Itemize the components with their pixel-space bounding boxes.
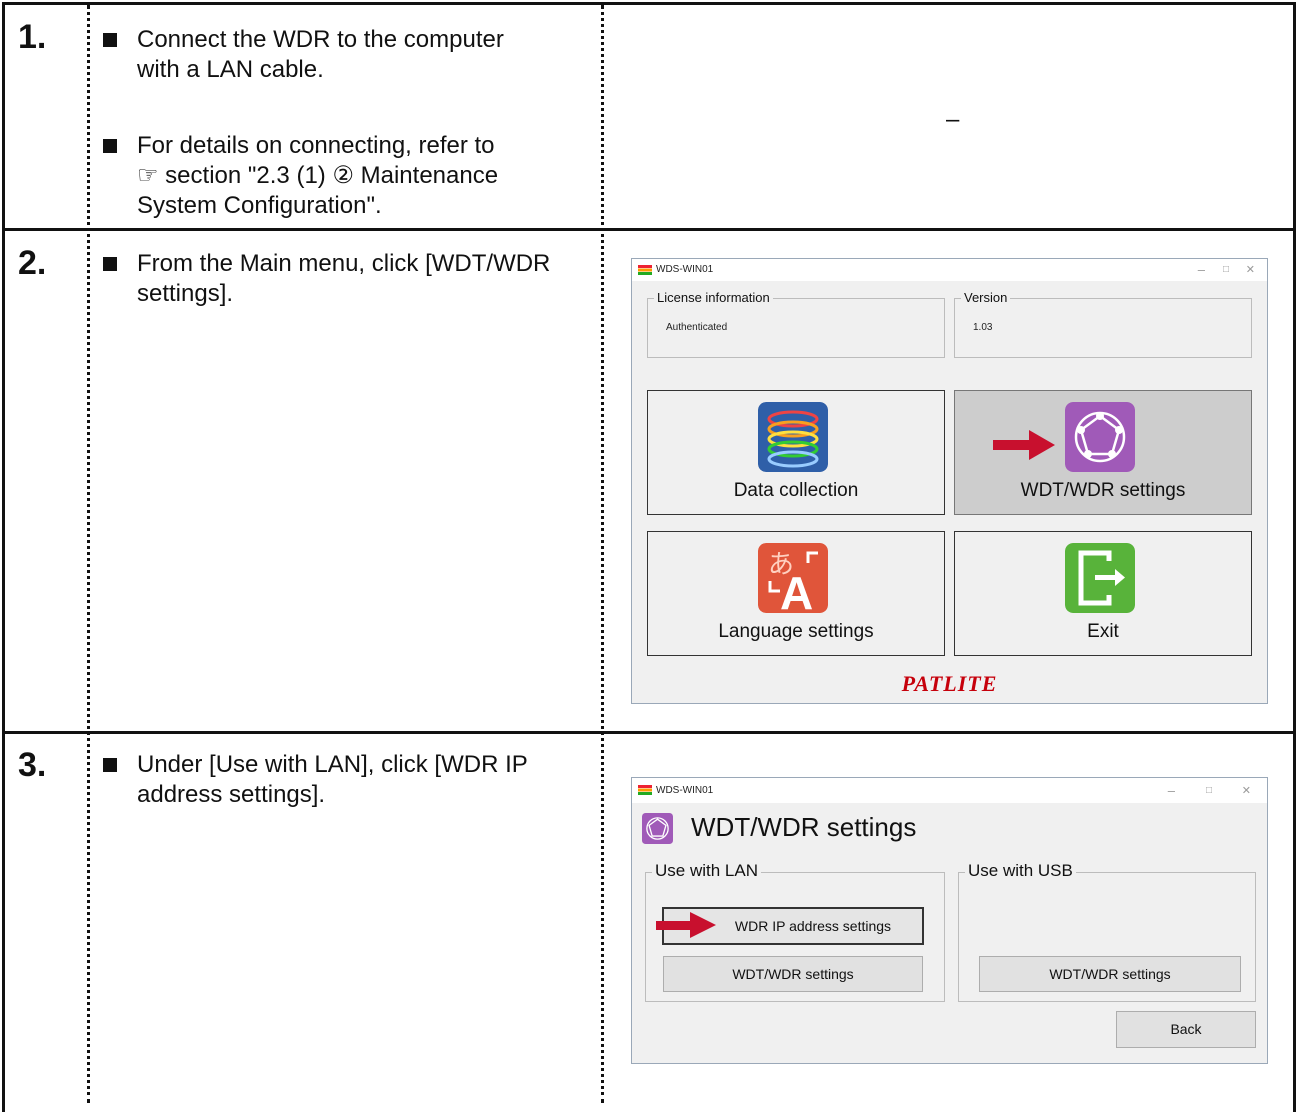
settings-window: WDS-WIN01 – □ ✕ WDT/WDR settings Use wit… [631,777,1268,1064]
bullet-line: Under [Use with LAN], click [WDR IP [137,751,528,778]
column-divider [87,5,90,1103]
step-3-bullet-1: Under [Use with LAN], click [WDR IP addr… [103,750,573,810]
license-legend: License information [654,290,773,305]
version-value: 1.03 [973,322,993,333]
language-icon: あ A [758,543,828,613]
step-1-bullet-1: Connect the WDR to the computer with a L… [103,25,573,85]
svg-text:A: A [780,567,813,613]
page-title: WDT/WDR settings [691,812,917,842]
lan-group: Use with LAN WDR IP address settings WDT… [645,861,945,1002]
step-number: 3. [18,746,47,784]
red-arrow-icon [993,430,1055,460]
wdt-wdr-settings-tile[interactable]: WDT/WDR settings [954,390,1252,515]
bullet-line: with a LAN cable. [137,56,324,83]
tile-label: Language settings [718,621,874,642]
app-logo-icon [638,265,652,275]
tile-label: Data collection [733,480,859,501]
data-collection-icon [758,402,828,472]
language-settings-tile[interactable]: あ A Language settings [647,531,945,656]
minimize-icon[interactable]: – [1168,783,1175,798]
bullet-line: ☞ section "2.3 (1) ② Maintenance [137,162,499,189]
bullet-line: address settings]. [137,781,326,808]
bullet-line: For details on connecting, refer to [137,132,495,159]
bullet-square-icon [103,257,117,271]
wdt-wdr-settings-icon [1065,402,1135,472]
exit-door-icon [1065,543,1135,613]
bullet-square-icon [103,139,117,153]
license-value: Authenticated [666,322,728,333]
app-logo-icon [638,785,652,795]
close-icon[interactable]: ✕ [1246,263,1255,276]
bullet-line: settings]. [137,280,234,307]
usb-group: Use with USB WDT/WDR settings [958,861,1256,1002]
wdt-wdr-settings-lan-button[interactable]: WDT/WDR settings [663,956,923,992]
title-bar: WDS-WIN01 – □ ✕ [632,778,1267,803]
step-number: 2. [18,244,47,282]
window-title: WDS-WIN01 [656,264,714,275]
data-collection-tile[interactable]: Data collection [647,390,945,515]
back-button[interactable]: Back [1116,1011,1256,1048]
step-2-bullet-1: From the Main menu, click [WDT/WDR setti… [103,249,573,309]
no-image-dash: – [946,106,960,133]
step-1-bullet-2: For details on connecting, refer to ☞ se… [103,131,573,221]
main-menu-window: WDS-WIN01 – □ ✕ License information Auth… [631,258,1268,704]
red-arrow-icon [656,912,716,938]
bullet-line: Connect the WDR to the computer [137,26,504,53]
title-bar: WDS-WIN01 – □ ✕ [632,259,1267,281]
row-divider [2,228,1296,231]
bullet-line: System Configuration". [137,192,382,219]
bullet-square-icon [103,758,117,772]
minimize-icon[interactable]: – [1198,262,1205,277]
column-divider [601,5,604,1103]
maximize-icon[interactable]: □ [1206,785,1212,796]
bullet-square-icon [103,33,117,47]
exit-tile[interactable]: Exit [954,531,1252,656]
bullet-line: From the Main menu, click [WDT/WDR [137,250,551,277]
version-legend: Version [961,290,1011,305]
version-group: Version 1.03 [954,290,1252,358]
patlite-logo: PATLITE [901,671,998,696]
step-number: 1. [18,18,47,56]
wdt-wdr-settings-usb-button[interactable]: WDT/WDR settings [979,956,1241,992]
tile-label: Exit [1087,621,1119,642]
tile-label: WDT/WDR settings [1020,480,1186,501]
wdt-wdr-settings-icon [642,813,673,844]
row-divider [2,731,1296,734]
license-group: License information Authenticated [647,290,945,358]
window-title: WDS-WIN01 [656,785,714,796]
close-icon[interactable]: ✕ [1242,784,1251,797]
maximize-icon[interactable]: □ [1223,264,1229,275]
button-label: WDR IP address settings [734,918,892,934]
usb-legend: Use with USB [965,861,1076,881]
lan-legend: Use with LAN [652,861,761,881]
